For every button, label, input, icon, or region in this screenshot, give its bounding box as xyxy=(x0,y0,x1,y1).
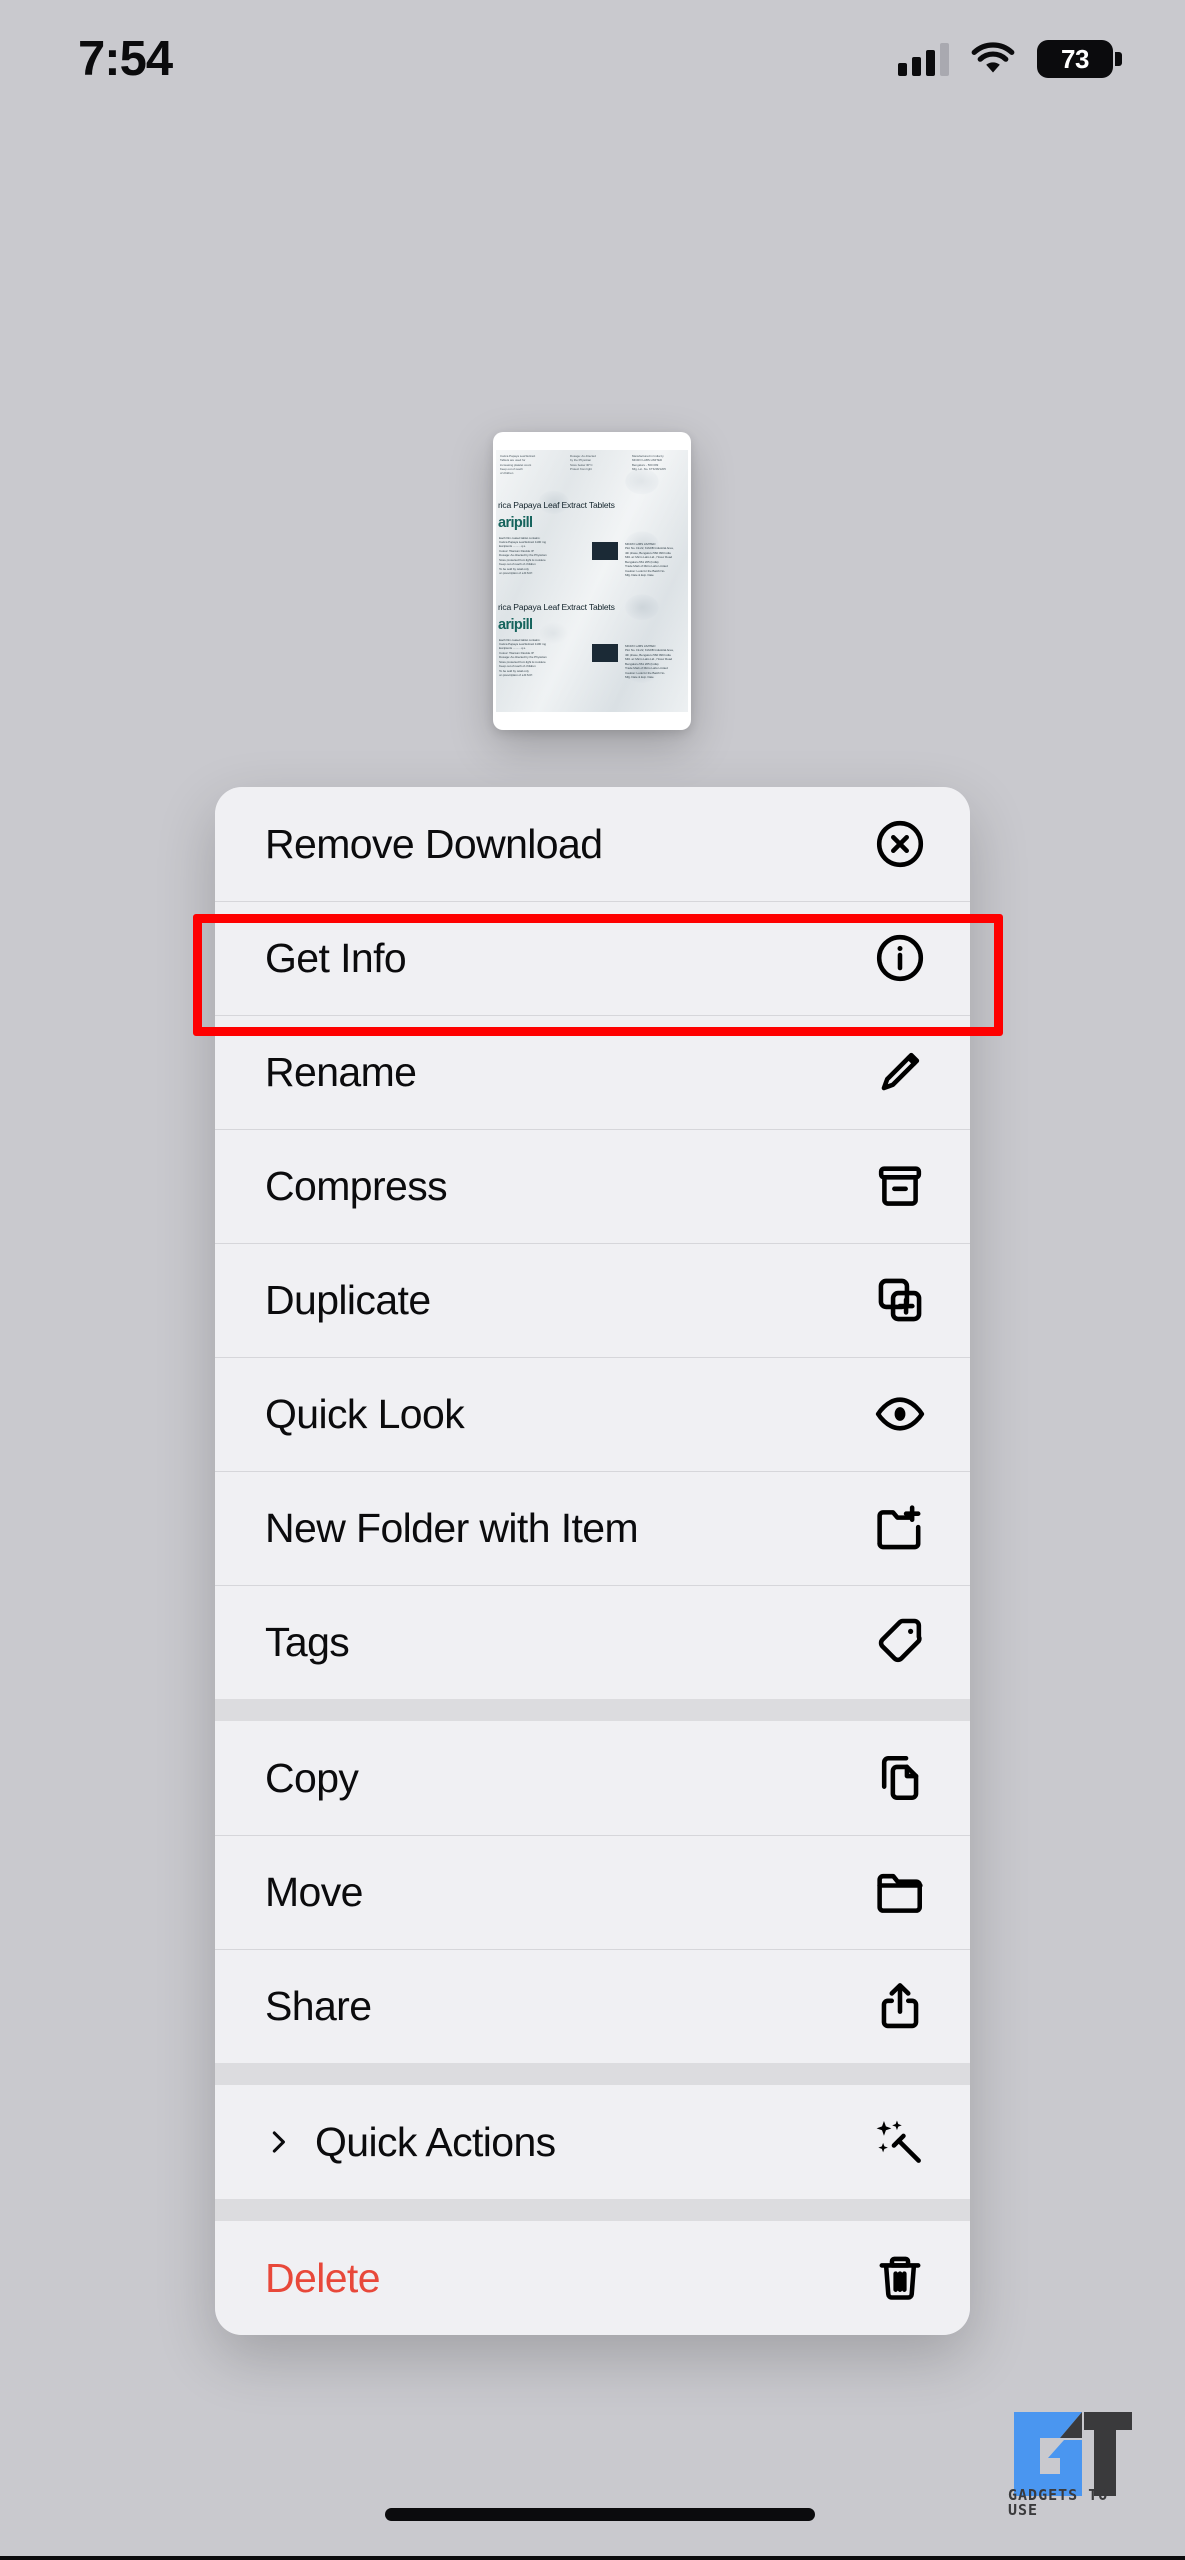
status-bar-clock: 7:54 xyxy=(78,32,173,86)
menu-item-label: Quick Actions xyxy=(315,2118,556,2165)
menu-item-label: New Folder with Item xyxy=(265,1504,639,1551)
menu-item-label-wrap: Share xyxy=(265,1982,372,2030)
preview-logo-block-1 xyxy=(592,542,618,560)
menu-item-new-folder-with-item[interactable]: New Folder with Item xyxy=(215,1471,970,1585)
menu-group-separator xyxy=(215,2063,970,2085)
preview-product-title-2: rica Papaya Leaf Extract Tablets xyxy=(498,602,615,612)
menu-item-label-wrap: Move xyxy=(265,1869,363,1916)
preview-header-micro-left: Carica Papaya Leaf Extract Tablets are us… xyxy=(500,454,536,476)
menu-item-label-wrap: Quick Actions xyxy=(265,2119,556,2166)
menu-item-remove-download[interactable]: Remove Download xyxy=(215,787,970,901)
doc-on-doc-icon xyxy=(872,1750,928,1806)
menu-item-rename[interactable]: Rename xyxy=(215,1015,970,1129)
menu-item-label: Copy xyxy=(265,1754,359,1801)
share-up-icon xyxy=(872,1978,928,2034)
preview-product-title-1: rica Papaya Leaf Extract Tablets xyxy=(498,500,615,510)
menu-item-quick-look[interactable]: Quick Look xyxy=(215,1357,970,1471)
folder-badge-plus-icon xyxy=(872,1500,928,1556)
menu-item-label-wrap: Copy xyxy=(265,1754,359,1802)
folder-icon xyxy=(872,1864,928,1920)
menu-item-duplicate[interactable]: Duplicate xyxy=(215,1243,970,1357)
menu-group-separator xyxy=(215,2199,970,2221)
menu-item-share[interactable]: Share xyxy=(215,1949,970,2063)
preview-brand-1: aripill xyxy=(498,515,533,531)
preview-header-micro-right: Manufactured in India by MICRO LABS LIMIT… xyxy=(632,454,666,472)
menu-item-label: Quick Look xyxy=(265,1390,465,1437)
menu-item-label: Move xyxy=(265,1868,363,1915)
menu-item-quick-actions[interactable]: Quick Actions xyxy=(215,2085,970,2199)
menu-item-label: Share xyxy=(265,1982,372,2029)
preview-logo-block-2 xyxy=(592,644,618,662)
menu-item-label: Rename xyxy=(265,1048,417,1095)
file-context-menu[interactable]: Remove Download Get Info Rename Compress Dup… xyxy=(215,787,970,2335)
menu-item-label: Remove Download xyxy=(265,820,603,867)
status-bar-indicators: 73 xyxy=(898,40,1122,78)
screen-bottom-edge xyxy=(0,2556,1185,2560)
menu-item-label-wrap: Delete xyxy=(265,2254,381,2302)
menu-item-label: Duplicate xyxy=(265,1276,431,1323)
menu-item-label: Tags xyxy=(265,1618,350,1665)
menu-item-label-wrap: Duplicate xyxy=(265,1277,431,1324)
preview-manufacturer-2: MICRO LABS LIMITED Plot No. 19-22, KIADB… xyxy=(625,644,674,680)
menu-item-label-wrap: Rename xyxy=(265,1048,417,1096)
gadgets-to-use-watermark: GADGETS TO USE xyxy=(1008,2400,1138,2518)
menu-item-label: Compress xyxy=(265,1162,448,1209)
tag-icon xyxy=(872,1614,928,1670)
menu-item-compress[interactable]: Compress xyxy=(215,1129,970,1243)
menu-item-move[interactable]: Move xyxy=(215,1835,970,1949)
menu-item-label-wrap: Quick Look xyxy=(265,1390,465,1438)
menu-item-copy[interactable]: Copy xyxy=(215,1721,970,1835)
menu-item-label-wrap: Tags xyxy=(265,1618,350,1666)
eye-icon xyxy=(872,1386,928,1442)
menu-item-tags[interactable]: Tags xyxy=(215,1585,970,1699)
xmark-circle-icon xyxy=(872,816,928,872)
preview-manufacturer-1: MICRO LABS LIMITED Plot No. 19-22, KIADB… xyxy=(625,542,674,578)
preview-pack-block-1: rica Papaya Leaf Extract Tablets aripill… xyxy=(496,500,688,578)
home-indicator[interactable] xyxy=(385,2508,815,2521)
iphone-screen: 7:54 73 Carica Papaya Leaf Extract Tablet… xyxy=(0,0,1185,2560)
preview-micro-text-1: Each film coated tablet contains: Carica… xyxy=(499,535,547,576)
menu-item-get-info[interactable]: Get Info xyxy=(215,901,970,1015)
preview-micro-text-2: Each film coated tablet contains: Carica… xyxy=(499,637,547,678)
trash-icon xyxy=(872,2250,928,2306)
menu-item-label-wrap: New Folder with Item xyxy=(265,1504,639,1552)
cellular-signal-icon xyxy=(898,42,949,76)
wand-sparkles-icon xyxy=(872,2114,928,2170)
file-preview-thumbnail[interactable]: Carica Papaya Leaf Extract Tablets are us… xyxy=(493,432,691,730)
preview-header-micro-mid: Dosage: As directed by the Physician Store… xyxy=(570,454,596,472)
gadgets-to-use-logo-icon xyxy=(1014,2412,1132,2496)
menu-item-delete[interactable]: Delete xyxy=(215,2221,970,2335)
pencil-icon xyxy=(872,1044,928,1100)
medicine-blister-photo: Carica Papaya Leaf Extract Tablets are us… xyxy=(496,450,688,712)
battery-icon: 73 xyxy=(1037,40,1122,78)
watermark-label: GADGETS TO USE xyxy=(1008,2486,1109,2519)
chevron-right-icon xyxy=(265,2122,291,2162)
menu-item-label-wrap: Remove Download xyxy=(265,820,603,868)
wifi-icon xyxy=(971,42,1015,76)
menu-item-label-wrap: Get Info xyxy=(265,934,407,982)
battery-level-label: 73 xyxy=(1061,43,1089,74)
preview-brand-2: aripill xyxy=(498,617,533,633)
status-bar: 7:54 73 xyxy=(0,0,1185,118)
menu-item-label-wrap: Compress xyxy=(265,1162,448,1210)
menu-group-separator xyxy=(215,1699,970,1721)
preview-pack-block-2: rica Papaya Leaf Extract Tablets aripill… xyxy=(496,602,688,680)
menu-item-label: Get Info xyxy=(265,934,407,981)
archivebox-icon xyxy=(872,1158,928,1214)
plus-square-on-square-icon xyxy=(872,1272,928,1328)
info-circle-icon xyxy=(872,930,928,986)
menu-item-label: Delete xyxy=(265,2254,381,2301)
